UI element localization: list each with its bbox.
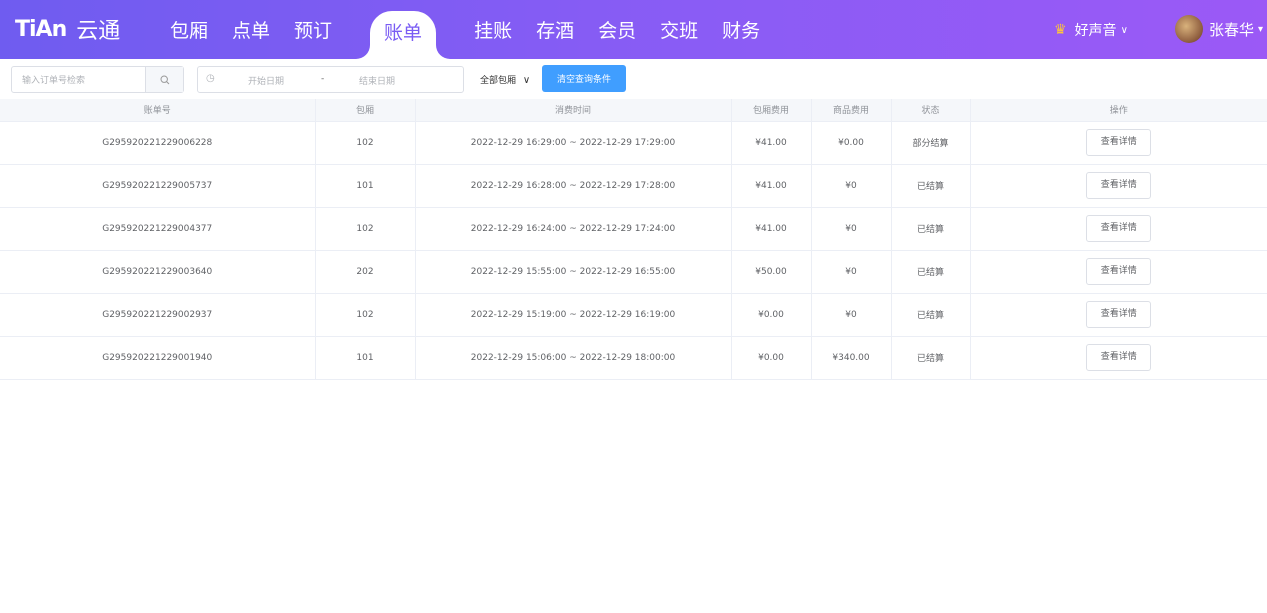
main-nav: 包厢 点单 预订 账单 挂账 存酒 会员 交班 财务 — [170, 0, 784, 59]
nav-item-wine-storage[interactable]: 存酒 — [536, 0, 574, 59]
end-date-field[interactable]: 结束日期 — [359, 74, 395, 87]
logo[interactable]: TiAn 云通 — [15, 14, 121, 45]
bill-number: G295920221229002937 — [0, 293, 316, 337]
goods-fee: ¥0 — [811, 250, 892, 294]
search-input[interactable] — [12, 67, 146, 92]
col-status: 状态 — [891, 99, 971, 122]
table-header-row: 账单号 包厢 消费时间 包厢费用 商品费用 状态 操作 — [0, 99, 1267, 122]
search-box — [11, 66, 184, 93]
table-row: G295920221229004377 102 2022-12-29 16:24… — [0, 207, 1267, 251]
status: 已结算 — [891, 164, 971, 208]
nav-item-bills[interactable]: 账单 — [370, 11, 437, 59]
date-separator: - — [321, 74, 325, 84]
col-room-fee: 包厢费用 — [731, 99, 812, 122]
status: 已结算 — [891, 250, 971, 294]
room: 102 — [315, 207, 416, 251]
view-details-button[interactable]: 查看详情 — [1086, 344, 1152, 371]
col-actions: 操作 — [970, 99, 1267, 122]
goods-fee: ¥0 — [811, 293, 892, 337]
goods-fee: ¥0 — [811, 207, 892, 251]
bills-table: 账单号 包厢 消费时间 包厢费用 商品费用 状态 操作 G29592022122… — [0, 99, 1267, 380]
clear-filters-button[interactable]: 清空查询条件 — [542, 65, 626, 92]
room: 101 — [315, 336, 416, 380]
store-name: 好声音 — [1074, 23, 1117, 39]
room: 202 — [315, 250, 416, 294]
nav-item-credit[interactable]: 挂账 — [474, 0, 512, 59]
bill-number: G295920221229006228 — [0, 121, 316, 165]
col-bill-number: 账单号 — [0, 99, 316, 122]
goods-fee: ¥0.00 — [811, 121, 892, 165]
goods-fee: ¥0 — [811, 164, 892, 208]
store-switcher[interactable]: ♛ 好声音 ∨ — [1054, 20, 1128, 40]
nav-item-rooms[interactable]: 包厢 — [170, 0, 208, 59]
caret-down-icon: ▾ — [1258, 23, 1264, 35]
nav-item-shift[interactable]: 交班 — [660, 0, 698, 59]
room-select-value: 全部包厢 — [480, 76, 517, 86]
nav-item-members[interactable]: 会员 — [598, 0, 636, 59]
bill-number: G295920221229005737 — [0, 164, 316, 208]
time-range: 2022-12-29 15:19:00 ~ 2022-12-29 16:19:0… — [415, 293, 732, 337]
view-details-button[interactable]: 查看详情 — [1086, 172, 1152, 199]
start-date-field[interactable]: 开始日期 — [248, 74, 284, 87]
crown-icon: ♛ — [1054, 22, 1067, 38]
nav-item-booking[interactable]: 预订 — [294, 0, 332, 59]
room-fee: ¥0.00 — [731, 336, 812, 380]
chevron-down-icon: ∨ — [1120, 24, 1128, 36]
user-name: 张春华 — [1209, 20, 1255, 39]
user-menu[interactable]: 张春华 ▾ — [1175, 15, 1263, 43]
room: 102 — [315, 121, 416, 165]
chevron-down-icon: ∨ — [522, 75, 531, 86]
room: 101 — [315, 164, 416, 208]
search-icon — [160, 74, 169, 84]
table-row: G295920221229002937 102 2022-12-29 15:19… — [0, 293, 1267, 337]
status: 已结算 — [891, 207, 971, 251]
room-fee: ¥50.00 — [731, 250, 812, 294]
table-row: G295920221229006228 102 2022-12-29 16:29… — [0, 121, 1267, 165]
view-details-button[interactable]: 查看详情 — [1086, 301, 1152, 328]
table-row: G295920221229001940 101 2022-12-29 15:06… — [0, 336, 1267, 380]
goods-fee: ¥340.00 — [811, 336, 892, 380]
view-details-button[interactable]: 查看详情 — [1086, 215, 1152, 242]
brand-name: 云通 — [76, 19, 121, 44]
room-fee: ¥41.00 — [731, 121, 812, 165]
time-range: 2022-12-29 15:55:00 ~ 2022-12-29 16:55:0… — [415, 250, 732, 294]
nav-item-order[interactable]: 点单 — [232, 0, 270, 59]
col-goods-fee: 商品费用 — [811, 99, 892, 122]
room-fee: ¥41.00 — [731, 164, 812, 208]
time-range: 2022-12-29 16:29:00 ~ 2022-12-29 17:29:0… — [415, 121, 732, 165]
room-select[interactable]: 全部包厢 ∨ — [480, 73, 530, 86]
room-fee: ¥41.00 — [731, 207, 812, 251]
col-time: 消费时间 — [415, 99, 732, 122]
table-row: G295920221229003640 202 2022-12-29 15:55… — [0, 250, 1267, 294]
room-fee: ¥0.00 — [731, 293, 812, 337]
top-header: TiAn 云通 包厢 点单 预订 账单 挂账 存酒 会员 交班 财务 ♛ 好声音… — [0, 0, 1267, 59]
bill-number: G295920221229003640 — [0, 250, 316, 294]
time-range: 2022-12-29 16:24:00 ~ 2022-12-29 17:24:0… — [415, 207, 732, 251]
time-range: 2022-12-29 15:06:00 ~ 2022-12-29 18:00:0… — [415, 336, 732, 380]
search-button[interactable] — [145, 67, 183, 92]
avatar — [1175, 15, 1203, 43]
bill-number: G295920221229001940 — [0, 336, 316, 380]
date-range-picker[interactable]: ◷ 开始日期 - 结束日期 — [197, 66, 464, 93]
status: 已结算 — [891, 293, 971, 337]
status: 已结算 — [891, 336, 971, 380]
logo-mark: TiAn — [15, 16, 67, 42]
status: 部分结算 — [891, 121, 971, 165]
view-details-button[interactable]: 查看详情 — [1086, 129, 1152, 156]
col-room: 包厢 — [315, 99, 416, 122]
filter-bar: ◷ 开始日期 - 结束日期 全部包厢 ∨ 清空查询条件 — [0, 59, 1267, 99]
nav-item-finance[interactable]: 财务 — [722, 0, 760, 59]
time-range: 2022-12-29 16:28:00 ~ 2022-12-29 17:28:0… — [415, 164, 732, 208]
table-row: G295920221229005737 101 2022-12-29 16:28… — [0, 164, 1267, 208]
clock-icon: ◷ — [206, 73, 215, 84]
view-details-button[interactable]: 查看详情 — [1086, 258, 1152, 285]
bill-number: G295920221229004377 — [0, 207, 316, 251]
room: 102 — [315, 293, 416, 337]
